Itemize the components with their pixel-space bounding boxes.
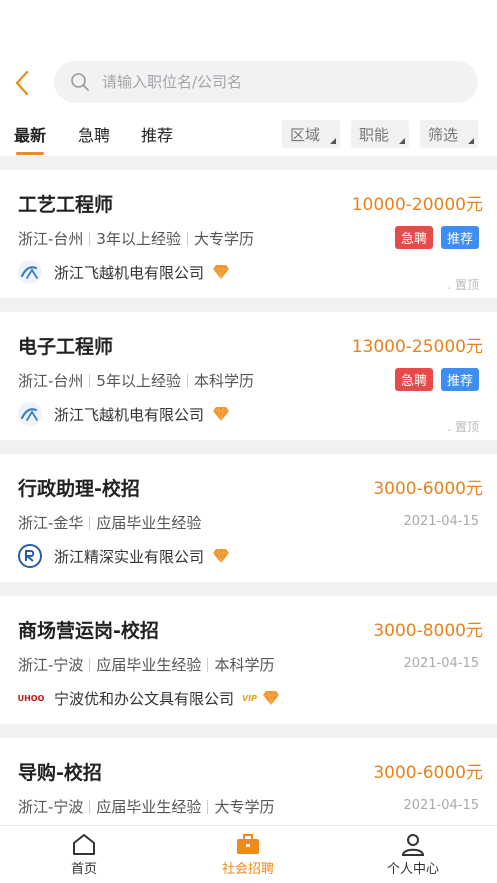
job-salary: 10000-20000元: [351, 195, 483, 215]
company-name: 宁波优和办公文具有限公司: [54, 689, 235, 708]
job-badges: 急聘 推荐: [394, 226, 479, 249]
job-salary: 3000-8000元: [373, 621, 483, 641]
job-meta: 浙江-宁波 应届毕业生经验 本科学历: [18, 654, 274, 675]
urgent-badge: 急聘: [394, 226, 433, 249]
job-meta: 浙江-宁波 应届毕业生经验 大专学历: [18, 796, 274, 817]
tabbar-home[interactable]: 首页: [24, 832, 144, 877]
company-logo: [18, 260, 42, 284]
job-location: 浙江-宁波: [18, 798, 84, 816]
user-icon: [401, 834, 425, 856]
job-experience: 应届毕业生经验: [96, 798, 202, 816]
job-salary: 13000-25000元: [351, 337, 483, 357]
header: 最新 急聘 推荐 区域 职能 筛选: [0, 0, 497, 156]
job-card[interactable]: 行政助理-校招 3000-6000元 浙江-金华 应届毕业生经验 2021-04…: [0, 454, 497, 582]
search-icon: [71, 73, 89, 91]
company-row[interactable]: 浙江飞越机电有限公司: [18, 402, 230, 426]
company-logo: UHOO: [17, 693, 45, 703]
job-date: 2021-04-15: [403, 798, 479, 813]
job-card[interactable]: 商场营运岗-校招 3000-8000元 浙江-宁波 应届毕业生经验 本科学历 2…: [0, 596, 497, 724]
diamond-icon: [263, 690, 280, 706]
search-bar[interactable]: [54, 61, 478, 103]
jingshen-logo-icon: [24, 550, 35, 562]
job-salary: 3000-6000元: [373, 763, 483, 783]
tabbar-social-recruitment-label: 社会招聘: [221, 862, 274, 877]
bottom-tab-bar: 首页 社会招聘 个人中心: [0, 825, 497, 883]
tabbar-profile[interactable]: 个人中心: [353, 832, 473, 877]
tabbar-social-recruitment[interactable]: 社会招聘: [188, 832, 308, 877]
briefcase-icon: [237, 834, 259, 854]
job-title: 电子工程师: [18, 336, 114, 358]
company-logo: [18, 544, 42, 568]
company-logo: [18, 402, 42, 426]
job-meta: 浙江-台州 3年以上经验 大专学历: [18, 228, 254, 249]
job-title: 工艺工程师: [18, 194, 114, 216]
diamond-icon: [213, 264, 230, 280]
tabbar-profile-label: 个人中心: [386, 862, 439, 877]
filter-function[interactable]: 职能: [351, 120, 409, 148]
job-badges: 急聘 推荐: [394, 368, 479, 391]
company-row[interactable]: 浙江精深实业有限公司: [18, 544, 230, 568]
tab-recommend[interactable]: 推荐: [141, 122, 173, 146]
tab-latest[interactable]: 最新: [14, 122, 46, 146]
corner-triangle-icon: [399, 138, 405, 144]
company-name: 浙江精深实业有限公司: [54, 547, 205, 566]
back-button[interactable]: [8, 68, 36, 98]
company-row[interactable]: UHOO 宁波优和办公文具有限公司 VIP: [18, 686, 280, 710]
job-salary: 3000-6000元: [373, 479, 483, 499]
job-card[interactable]: 电子工程师 13000-25000元 浙江-台州 5年以上经验 本科学历 急聘 …: [0, 312, 497, 440]
job-education: 大专学历: [214, 798, 275, 816]
job-education: 本科学历: [214, 656, 275, 674]
recommend-badge: 推荐: [440, 368, 479, 391]
job-card[interactable]: 工艺工程师 10000-20000元 浙江-台州 3年以上经验 大专学历 急聘 …: [0, 170, 497, 298]
job-date: 2021-04-15: [403, 656, 479, 671]
job-experience: 5年以上经验: [96, 372, 181, 390]
job-title: 行政助理-校招: [18, 478, 140, 500]
pinned-label: . 置顶: [447, 420, 479, 434]
job-title: 导购-校招: [18, 762, 102, 784]
job-meta: 浙江-金华 应届毕业生经验: [18, 512, 201, 533]
company-name: 浙江飞越机电有限公司: [54, 405, 205, 424]
filter-function-label: 职能: [359, 125, 390, 144]
recommend-badge: 推荐: [440, 226, 479, 249]
pinned-text: 置顶: [454, 278, 479, 292]
filter-region-label: 区域: [290, 125, 321, 144]
company-row[interactable]: 浙江飞越机电有限公司: [18, 260, 230, 284]
tab-urgent[interactable]: 急聘: [78, 122, 110, 146]
corner-triangle-icon: [330, 138, 336, 144]
job-location: 浙江-金华: [18, 514, 84, 532]
diamond-icon: [213, 548, 230, 564]
feiyue-logo-icon: [20, 266, 38, 279]
company-name: 浙江飞越机电有限公司: [54, 263, 205, 282]
pinned-text: 置顶: [454, 420, 479, 434]
job-location: 浙江-台州: [18, 372, 84, 390]
job-experience: 应届毕业生经验: [96, 514, 202, 532]
job-location: 浙江-宁波: [18, 656, 84, 674]
job-meta: 浙江-台州 5年以上经验 本科学历: [18, 370, 254, 391]
job-title: 商场营运岗-校招: [18, 620, 159, 642]
search-input[interactable]: [102, 73, 422, 91]
job-experience: 3年以上经验: [96, 230, 181, 248]
home-icon: [73, 834, 95, 855]
diamond-icon: [213, 406, 230, 422]
pinned-label: . 置顶: [447, 278, 479, 292]
job-location: 浙江-台州: [18, 230, 84, 248]
corner-triangle-icon: [468, 138, 474, 144]
tabbar-home-label: 首页: [70, 862, 97, 877]
filter-screen-label: 筛选: [428, 125, 459, 144]
job-experience: 应届毕业生经验: [96, 656, 202, 674]
job-date: 2021-04-15: [403, 514, 479, 529]
filter-screen[interactable]: 筛选: [420, 120, 478, 148]
active-tab-indicator: [16, 152, 44, 155]
feiyue-logo-icon: [20, 408, 38, 421]
vip-badge: VIP: [242, 693, 258, 703]
urgent-badge: 急聘: [394, 368, 433, 391]
job-education: 本科学历: [193, 372, 254, 390]
chevron-left-icon: [15, 70, 29, 96]
filter-region[interactable]: 区域: [282, 120, 340, 148]
job-education: 大专学历: [193, 230, 254, 248]
